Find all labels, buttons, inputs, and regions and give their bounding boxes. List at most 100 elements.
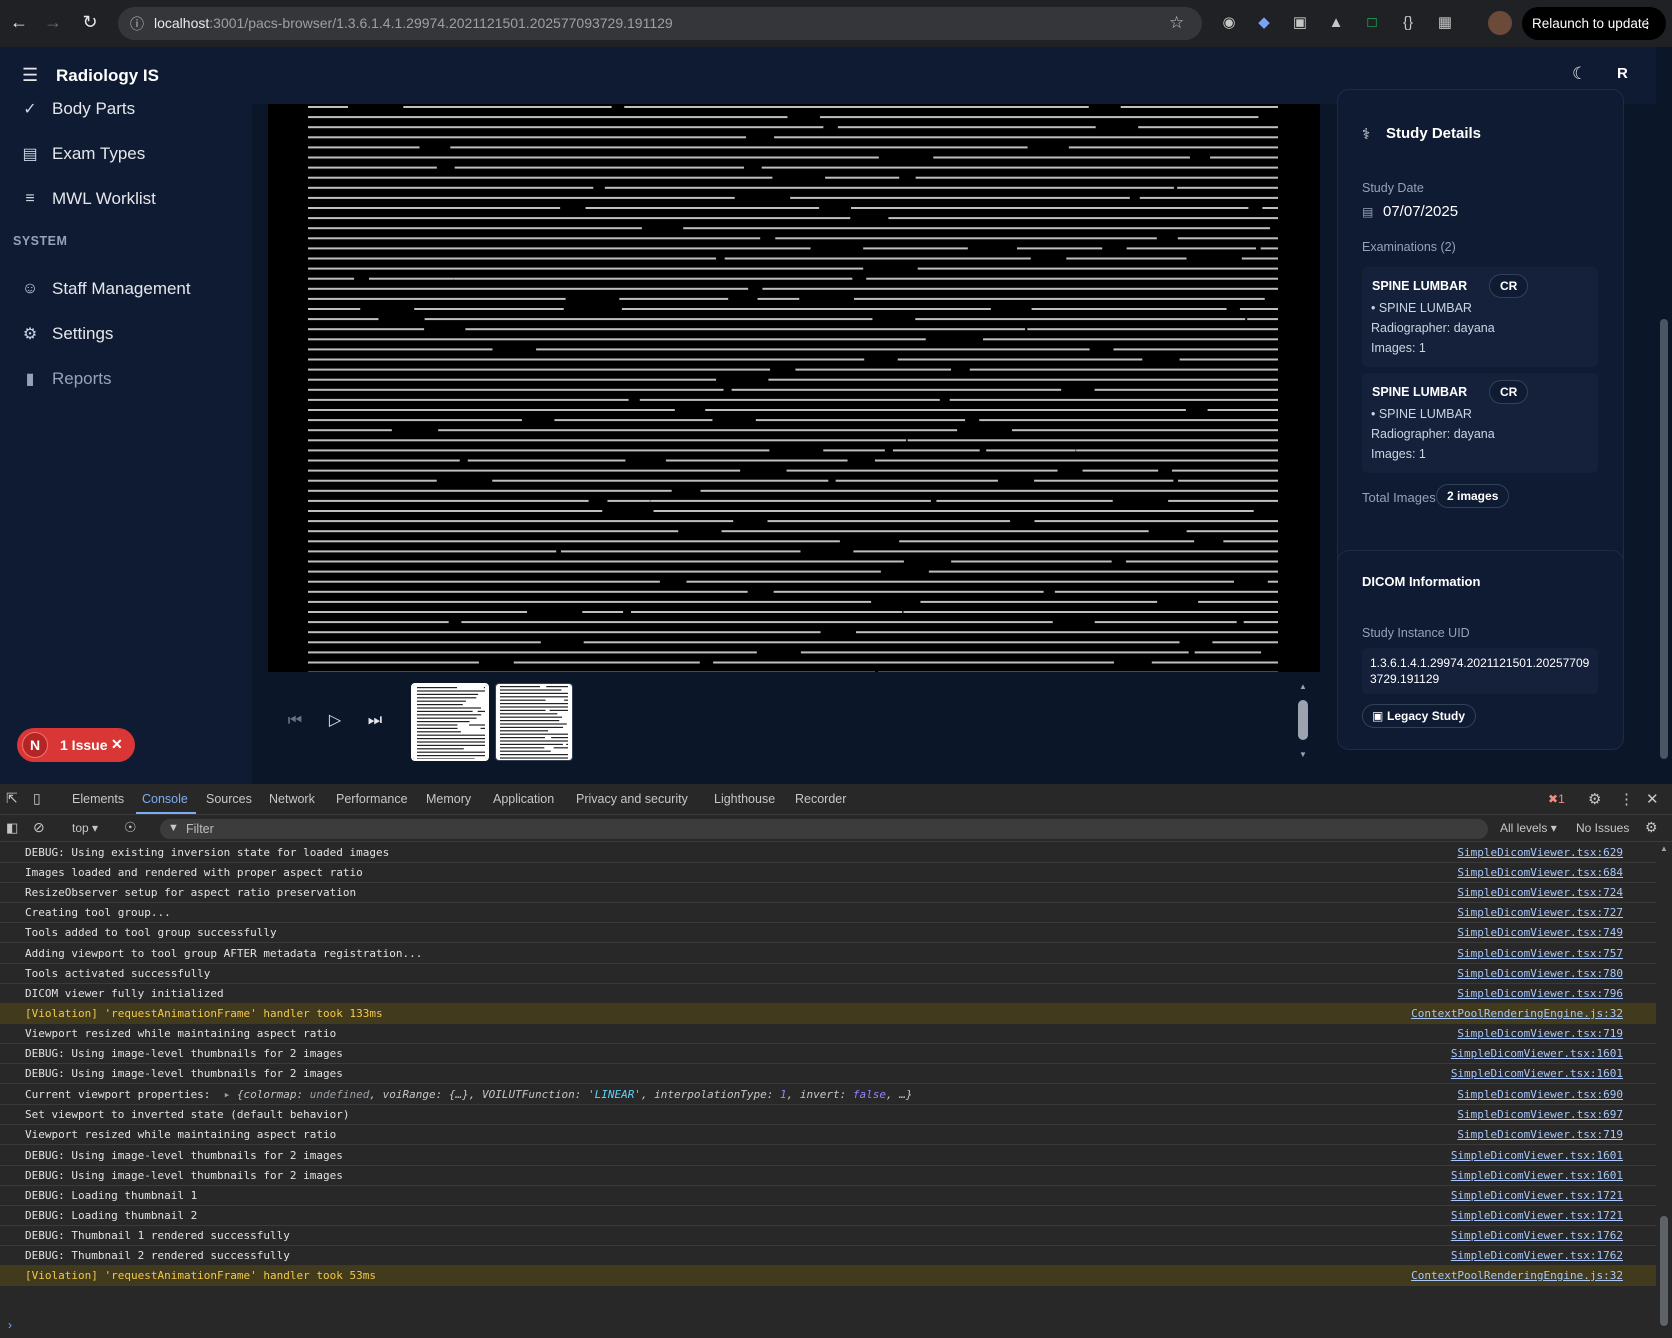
- bookmark-star-icon[interactable]: ☆: [1169, 13, 1184, 33]
- sidebar-item-settings[interactable]: ⚙ Settings: [20, 319, 114, 349]
- error-count-badge[interactable]: ✖1: [1548, 792, 1565, 806]
- clear-console-icon[interactable]: ⊘: [33, 819, 45, 836]
- sidebar-item-staff-management[interactable]: ☺ Staff Management: [20, 274, 191, 304]
- first-image-icon[interactable]: ⏮: [284, 710, 306, 732]
- address-bar[interactable]: ⓘ localhost:3001/pacs-browser/1.3.6.1.4.…: [118, 7, 1202, 40]
- thumbnail-2[interactable]: [495, 683, 573, 761]
- log-levels-dropdown[interactable]: All levels ▾: [1500, 821, 1557, 835]
- source-link[interactable]: SimpleDicomViewer.tsx:697: [1457, 1108, 1623, 1121]
- source-link[interactable]: SimpleDicomViewer.tsx:724: [1457, 886, 1623, 899]
- close-devtools-icon[interactable]: ✕: [1646, 790, 1659, 808]
- profile-avatar[interactable]: [1488, 11, 1512, 35]
- close-icon[interactable]: ✕: [111, 736, 123, 753]
- last-image-icon[interactable]: ⏭: [364, 710, 386, 732]
- object-preview-token: false: [852, 1088, 886, 1101]
- camera-icon[interactable]: ▣: [1290, 13, 1310, 33]
- tab-privacy-security[interactable]: Privacy and security: [576, 792, 688, 806]
- inspect-element-icon[interactable]: ⇱: [6, 790, 18, 807]
- user-avatar[interactable]: R: [1617, 65, 1628, 82]
- settings-gear-icon[interactable]: ⚙: [1588, 790, 1601, 808]
- source-link[interactable]: SimpleDicomViewer.tsx:727: [1457, 906, 1623, 919]
- screen-capture-icon[interactable]: □: [1362, 13, 1382, 33]
- scroll-up-icon[interactable]: ▲: [1660, 844, 1668, 853]
- scroll-up-icon[interactable]: ▲: [1299, 682, 1307, 691]
- issue-badge[interactable]: N 1 Issue ✕: [17, 728, 135, 762]
- tab-performance[interactable]: Performance: [336, 792, 408, 806]
- tab-application[interactable]: Application: [493, 792, 554, 806]
- source-link[interactable]: SimpleDicomViewer.tsx:780: [1457, 967, 1623, 980]
- sidebar-toggle-icon[interactable]: ◧: [6, 820, 18, 836]
- source-link[interactable]: SimpleDicomViewer.tsx:719: [1457, 1128, 1623, 1141]
- device-toolbar-icon[interactable]: ▯: [33, 790, 41, 807]
- source-link[interactable]: SimpleDicomViewer.tsx:629: [1457, 846, 1623, 859]
- menu-hamburger-icon[interactable]: ☰: [22, 65, 38, 86]
- extension-shirt-icon[interactable]: ▲: [1326, 13, 1346, 33]
- source-link[interactable]: SimpleDicomViewer.tsx:1601: [1451, 1067, 1623, 1080]
- tab-sources[interactable]: Sources: [206, 792, 252, 806]
- tab-elements[interactable]: Elements: [72, 792, 124, 806]
- reload-icon[interactable]: ↻: [79, 11, 101, 33]
- page-scrollbar[interactable]: [1656, 47, 1672, 784]
- object-preview[interactable]: {colormap: undefined, voiRange: {…}, VOI…: [237, 1088, 913, 1101]
- issues-counter[interactable]: No Issues: [1576, 821, 1629, 835]
- thumbnail-1[interactable]: [411, 683, 489, 761]
- thumbnail-scrollbar[interactable]: ▲ ▼: [1298, 682, 1308, 760]
- source-link[interactable]: SimpleDicomViewer.tsx:1721: [1451, 1189, 1623, 1202]
- exam-card[interactable]: SPINE LUMBAR CR • SPINE LUMBAR Radiograp…: [1362, 267, 1598, 367]
- sidebar-item-reports[interactable]: ▮ Reports: [20, 364, 112, 394]
- source-link[interactable]: SimpleDicomViewer.tsx:1762: [1451, 1249, 1623, 1262]
- site-info-icon[interactable]: ⓘ: [130, 14, 144, 34]
- extension-glasses-icon[interactable]: ◉: [1219, 13, 1239, 33]
- tab-console[interactable]: Console: [142, 792, 188, 806]
- tab-recorder[interactable]: Recorder: [795, 792, 846, 806]
- source-link[interactable]: SimpleDicomViewer.tsx:757: [1457, 947, 1623, 960]
- console-settings-icon[interactable]: ⚙: [1645, 819, 1658, 836]
- relaunch-button[interactable]: Relaunch to update ⋮: [1522, 7, 1666, 40]
- extensions-icon[interactable]: ▦: [1435, 13, 1455, 33]
- source-link[interactable]: SimpleDicomViewer.tsx:1721: [1451, 1209, 1623, 1222]
- console-message: DEBUG: Using existing inversion state fo…: [25, 846, 390, 859]
- console-message: DEBUG: Using image-level thumbnails for …: [25, 1047, 343, 1060]
- console-scroll-thumb[interactable]: [1660, 1216, 1668, 1326]
- context-selector[interactable]: top ▾: [72, 821, 98, 835]
- source-link[interactable]: SimpleDicomViewer.tsx:749: [1457, 926, 1623, 939]
- source-link[interactable]: SimpleDicomViewer.tsx:1762: [1451, 1229, 1623, 1242]
- source-link[interactable]: SimpleDicomViewer.tsx:1601: [1451, 1047, 1623, 1060]
- page-scroll-thumb[interactable]: [1660, 319, 1668, 759]
- console-scrollbar[interactable]: ▲: [1656, 842, 1672, 1338]
- sidebar-item-label: Settings: [52, 324, 114, 343]
- source-link[interactable]: ContextPoolRenderingEngine.js:32: [1411, 1269, 1623, 1282]
- filter-input[interactable]: ▼ Filter: [160, 819, 1488, 839]
- exam-card[interactable]: SPINE LUMBAR CR • SPINE LUMBAR Radiograp…: [1362, 373, 1598, 473]
- source-link[interactable]: SimpleDicomViewer.tsx:690: [1457, 1088, 1623, 1101]
- scroll-down-icon[interactable]: ▼: [1299, 750, 1307, 759]
- scroll-thumb[interactable]: [1298, 700, 1308, 740]
- tab-network[interactable]: Network: [269, 792, 315, 806]
- forward-icon[interactable]: →: [42, 11, 64, 33]
- console-message: [Violation] 'requestAnimationFrame' hand…: [25, 1269, 376, 1282]
- dicom-viewport[interactable]: [268, 104, 1320, 674]
- source-link[interactable]: SimpleDicomViewer.tsx:1601: [1451, 1169, 1623, 1182]
- console-prompt[interactable]: ›: [8, 1318, 12, 1332]
- source-link[interactable]: SimpleDicomViewer.tsx:684: [1457, 866, 1623, 879]
- play-icon[interactable]: ▷: [324, 710, 346, 732]
- more-options-icon[interactable]: ⋮: [1619, 790, 1634, 808]
- back-icon[interactable]: ←: [8, 11, 30, 33]
- source-link[interactable]: SimpleDicomViewer.tsx:1601: [1451, 1149, 1623, 1162]
- extension-json-icon[interactable]: {}: [1398, 13, 1418, 33]
- source-link[interactable]: ContextPoolRenderingEngine.js:32: [1411, 1007, 1623, 1020]
- sidebar-item-mwl-worklist[interactable]: ≡ MWL Worklist: [20, 184, 156, 214]
- expand-triangle-icon[interactable]: ▸: [217, 1088, 237, 1101]
- dark-mode-moon-icon[interactable]: ☾: [1572, 64, 1587, 84]
- study-date-value: 07/07/2025: [1383, 203, 1459, 220]
- tab-memory[interactable]: Memory: [426, 792, 471, 806]
- sidebar-item-exam-types[interactable]: ▤ Exam Types: [20, 139, 145, 169]
- live-expression-eye-icon[interactable]: ☉: [124, 819, 137, 836]
- examinations-label: Examinations (2): [1362, 240, 1456, 254]
- tab-lighthouse[interactable]: Lighthouse: [714, 792, 775, 806]
- more-vert-icon[interactable]: ⋮: [1641, 7, 1655, 40]
- source-link[interactable]: SimpleDicomViewer.tsx:719: [1457, 1027, 1623, 1040]
- source-link[interactable]: SimpleDicomViewer.tsx:796: [1457, 987, 1623, 1000]
- sidebar-item-body-parts[interactable]: ✓ Body Parts: [20, 94, 135, 124]
- extension-puzzle-icon[interactable]: ◆: [1254, 13, 1274, 33]
